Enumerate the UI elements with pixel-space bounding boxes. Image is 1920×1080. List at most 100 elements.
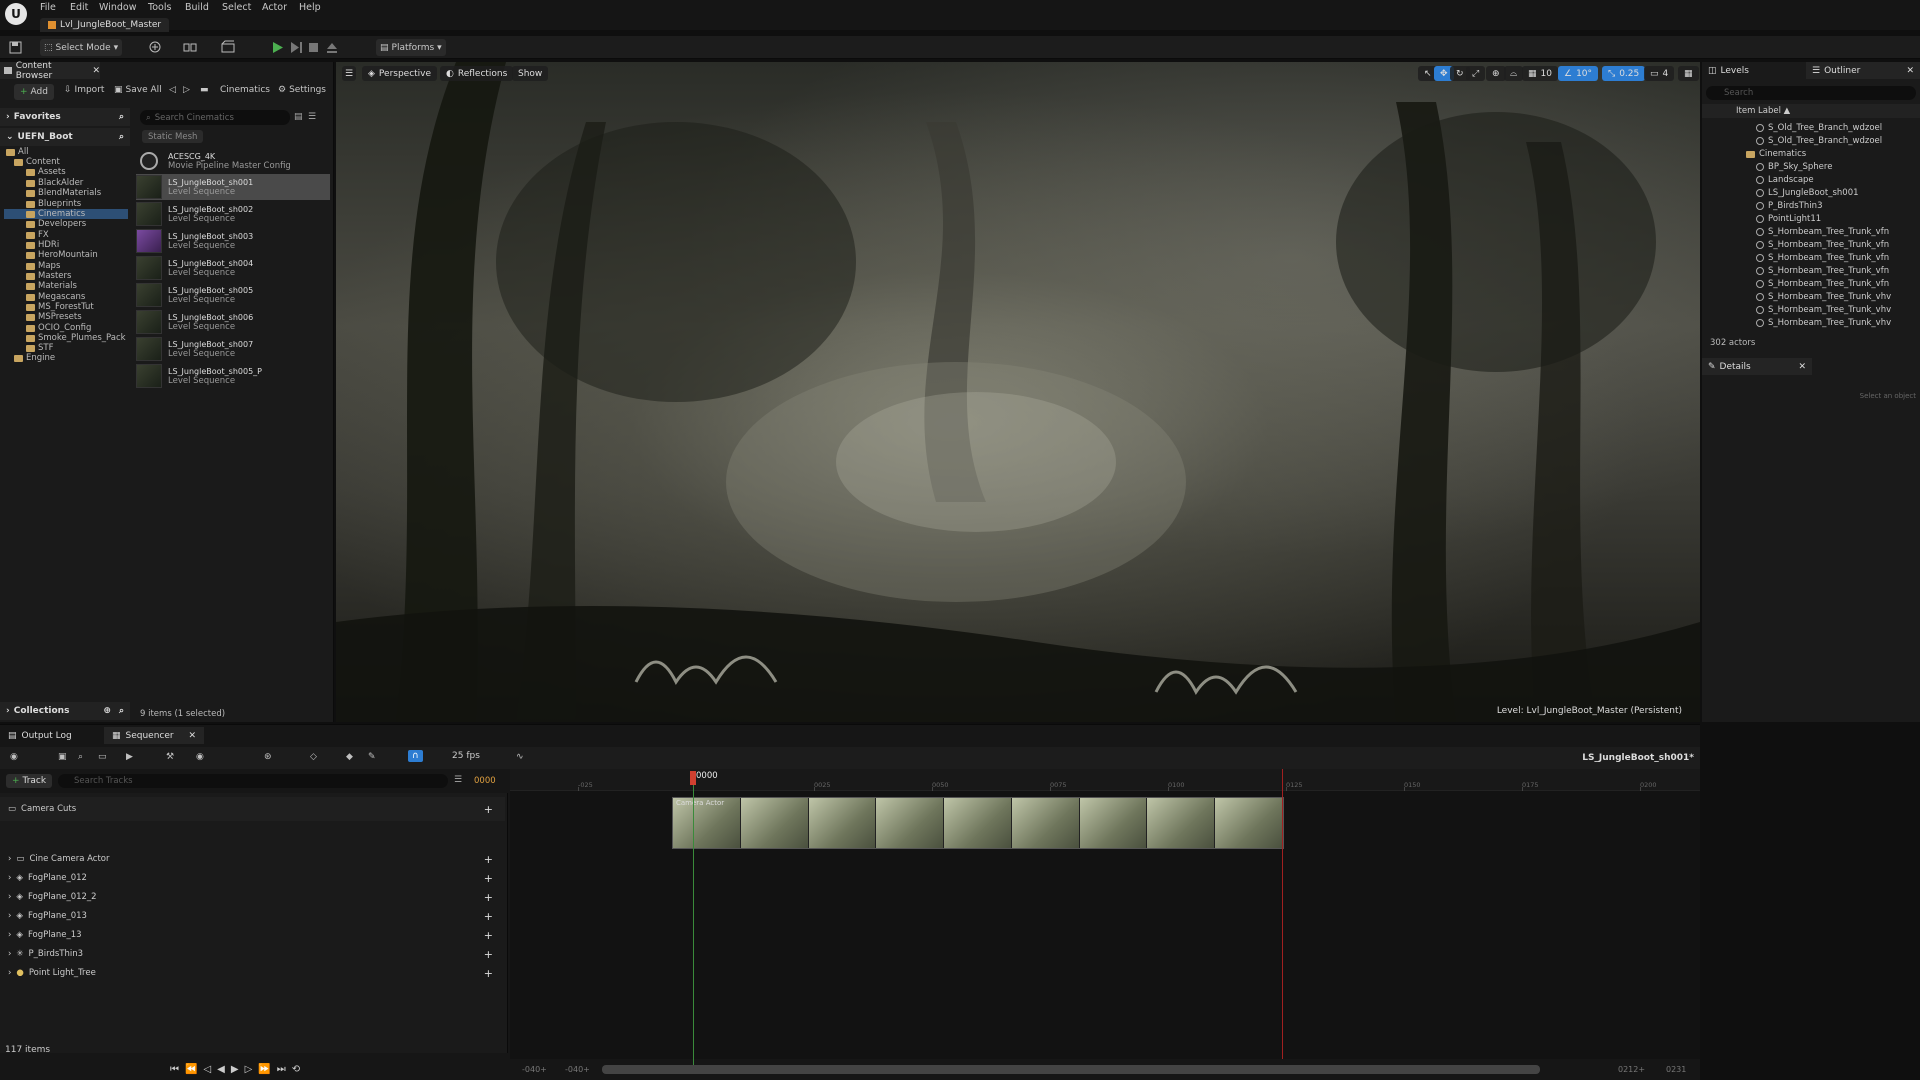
save-search-icon[interactable]: ▤ [294, 112, 303, 122]
snap-icon[interactable]: ∩ [408, 750, 423, 762]
view-range-end[interactable]: 0231 [1666, 1065, 1686, 1074]
add-collection-icon[interactable]: ⊕ [103, 706, 111, 716]
close-icon[interactable]: ✕ [92, 66, 100, 76]
asset-row[interactable]: LS_JungleBoot_sh003 Level Sequence [136, 228, 330, 254]
cinematics-icon[interactable] [220, 40, 236, 55]
curve-editor-icon[interactable]: ∿ [516, 752, 524, 762]
output-log-tab[interactable]: ▤ Output Log [0, 727, 80, 744]
add-icon[interactable]: + [484, 929, 493, 942]
outliner-item[interactable]: S_Hornbeam_Tree_Trunk_vfn [1756, 239, 1889, 251]
project-header[interactable]: ⌄ UEFN_Boot ⌕ [0, 128, 130, 146]
tree-item-ocio-config[interactable]: OCIO_Config [26, 323, 91, 333]
step-back-icon[interactable]: ◁ [203, 1064, 211, 1075]
previous-key-icon[interactable]: ⏪ [185, 1064, 197, 1075]
edit-icon[interactable]: ✎ [368, 752, 376, 762]
levels-tab[interactable]: ◫ Levels [1702, 62, 1755, 79]
viewport-menu-icon[interactable]: ☰ [342, 66, 356, 81]
tree-item-blueprints[interactable]: Blueprints [26, 199, 81, 209]
outliner-tab[interactable]: ☰ Outliner ✕ [1806, 62, 1920, 79]
timeline-area[interactable]: -025 0025 0050 0075 0100 0125 0150 0175 … [510, 769, 1700, 1065]
filter-icon[interactable]: ☰ [308, 112, 316, 122]
close-icon[interactable]: ✕ [188, 731, 196, 741]
view-mode-button[interactable]: ◐ Reflections [440, 66, 514, 81]
asset-row[interactable]: LS_JungleBoot_sh007 Level Sequence [136, 336, 330, 362]
sequencer-tab[interactable]: ▦ Sequencer ✕ [104, 727, 204, 744]
tree-item-developers[interactable]: Developers [26, 219, 86, 229]
tree-item-hdri[interactable]: HDRi [26, 240, 59, 250]
search-icon[interactable]: ⌕ [119, 132, 124, 142]
filter-icon[interactable]: ☰ [454, 775, 462, 785]
jump-to-end-icon[interactable]: ⏭ [277, 1064, 286, 1075]
eject-icon[interactable] [324, 40, 340, 55]
tree-item-mspresets[interactable]: MSPresets [26, 312, 82, 322]
track-row[interactable]: › ◈ FogPlane_012_2 + [0, 889, 505, 905]
tree-item-engine[interactable]: Engine [14, 353, 55, 363]
level-viewport[interactable]: ☰ ◈ Perspective ◐ Reflections Show ↖ ✥ ↻… [336, 62, 1700, 722]
time-ruler[interactable]: -025 0025 0050 0075 0100 0125 0150 0175 … [510, 769, 1700, 791]
asset-search-input[interactable]: ⌕ Search Cinematics [140, 110, 290, 125]
unreal-logo-icon[interactable]: U [5, 3, 27, 25]
layout-icon[interactable]: ▦ [1678, 66, 1699, 81]
track-row[interactable]: › ◈ FogPlane_13 + [0, 927, 505, 943]
step-forward-icon[interactable]: ▷ [245, 1064, 253, 1075]
tree-item-masters[interactable]: Masters [26, 271, 71, 281]
play-icon[interactable] [270, 40, 286, 55]
current-frame-field[interactable]: 0000 [474, 776, 496, 786]
add-icon[interactable]: + [484, 948, 493, 961]
menu-actor[interactable]: Actor [262, 2, 287, 13]
tree-item-blackalder[interactable]: BlackAlder [26, 178, 83, 188]
outliner-item[interactable]: S_Hornbeam_Tree_Trunk_vfn [1756, 265, 1889, 277]
scale-snap-button[interactable]: ⤡ 0.25 [1602, 66, 1646, 81]
track-row[interactable]: › ◈ FogPlane_012 + [0, 870, 505, 886]
outliner-item[interactable]: S_Hornbeam_Tree_Trunk_vfn [1756, 278, 1889, 290]
tree-item-blendmaterials[interactable]: BlendMaterials [26, 188, 101, 198]
outliner-item[interactable]: S_Hornbeam_Tree_Trunk_vhv [1756, 317, 1891, 329]
search-icon[interactable]: ⌕ [119, 112, 124, 122]
asset-row[interactable]: LS_JungleBoot_sh002 Level Sequence [136, 201, 330, 227]
select-mode-button[interactable]: ⬚ Select Mode ▾ [40, 39, 123, 56]
add-icon[interactable]: + [484, 853, 493, 866]
filter-chip-static-mesh[interactable]: Static Mesh [142, 130, 204, 143]
save-icon[interactable] [8, 40, 24, 55]
loop-icon[interactable]: ⟲ [292, 1064, 300, 1075]
outliner-item[interactable]: PointLight11 [1756, 213, 1821, 225]
add-content-icon[interactable] [148, 40, 164, 55]
history-back-icon[interactable]: ◁ [169, 85, 176, 95]
platforms-button[interactable]: ▤ Platforms ▾ [376, 39, 446, 56]
add-icon[interactable]: + [484, 891, 493, 904]
tree-item-heromountain[interactable]: HeroMountain [26, 250, 98, 260]
track-row-camera-cuts[interactable]: ▭ Camera Cuts + [0, 797, 505, 821]
add-button[interactable]: + Add [14, 84, 54, 100]
tree-item-megascans[interactable]: Megascans [26, 292, 85, 302]
track-row[interactable]: › ✳ P_BirdsThin3 + [0, 946, 505, 962]
camera-icon[interactable]: ▭ [98, 752, 107, 762]
timeline-scrollbar[interactable] [602, 1065, 1540, 1074]
save-all-button[interactable]: ▣ Save All [114, 85, 162, 95]
outliner-item[interactable]: BP_Sky_Sphere [1756, 161, 1832, 173]
asset-row[interactable]: LS_JungleBoot_sh006 Level Sequence [136, 309, 330, 335]
step-icon[interactable] [288, 40, 304, 55]
add-icon[interactable]: + [484, 872, 493, 885]
level-tab[interactable]: Lvl_JungleBoot_Master [40, 18, 170, 32]
asset-row[interactable]: LS_JungleBoot_sh005_P Level Sequence [136, 363, 330, 389]
outliner-item[interactable]: Landscape [1756, 174, 1814, 186]
add-icon[interactable]: + [484, 967, 493, 980]
import-button[interactable]: ⇩ Import [64, 85, 104, 95]
working-range-end[interactable]: 0212+ [1618, 1065, 1645, 1074]
grid-snap-button[interactable]: ▦ 10 [1522, 66, 1558, 81]
menu-select[interactable]: Select [222, 2, 251, 13]
playback-end-marker[interactable] [1282, 769, 1283, 1059]
favorites-header[interactable]: › Favorites ⌕ [0, 108, 130, 126]
play-reverse-icon[interactable]: ◀ [217, 1064, 225, 1075]
outliner-search-input[interactable]: Search [1706, 86, 1916, 100]
asset-row[interactable]: LS_JungleBoot_sh004 Level Sequence [136, 255, 330, 281]
stop-icon[interactable] [306, 40, 322, 55]
add-icon[interactable]: + [484, 910, 493, 923]
details-tab[interactable]: ✎ Details ✕ [1702, 358, 1812, 375]
camera-cut-section[interactable] [672, 797, 1284, 849]
settings-button[interactable]: ⚙ Settings [278, 85, 326, 95]
tree-item-fx[interactable]: FX [26, 230, 49, 240]
render-icon[interactable]: ▶ [126, 752, 133, 762]
outliner-item[interactable]: LS_JungleBoot_sh001 [1756, 187, 1859, 199]
surface-snap-icon[interactable]: ⌓ [1504, 66, 1524, 81]
